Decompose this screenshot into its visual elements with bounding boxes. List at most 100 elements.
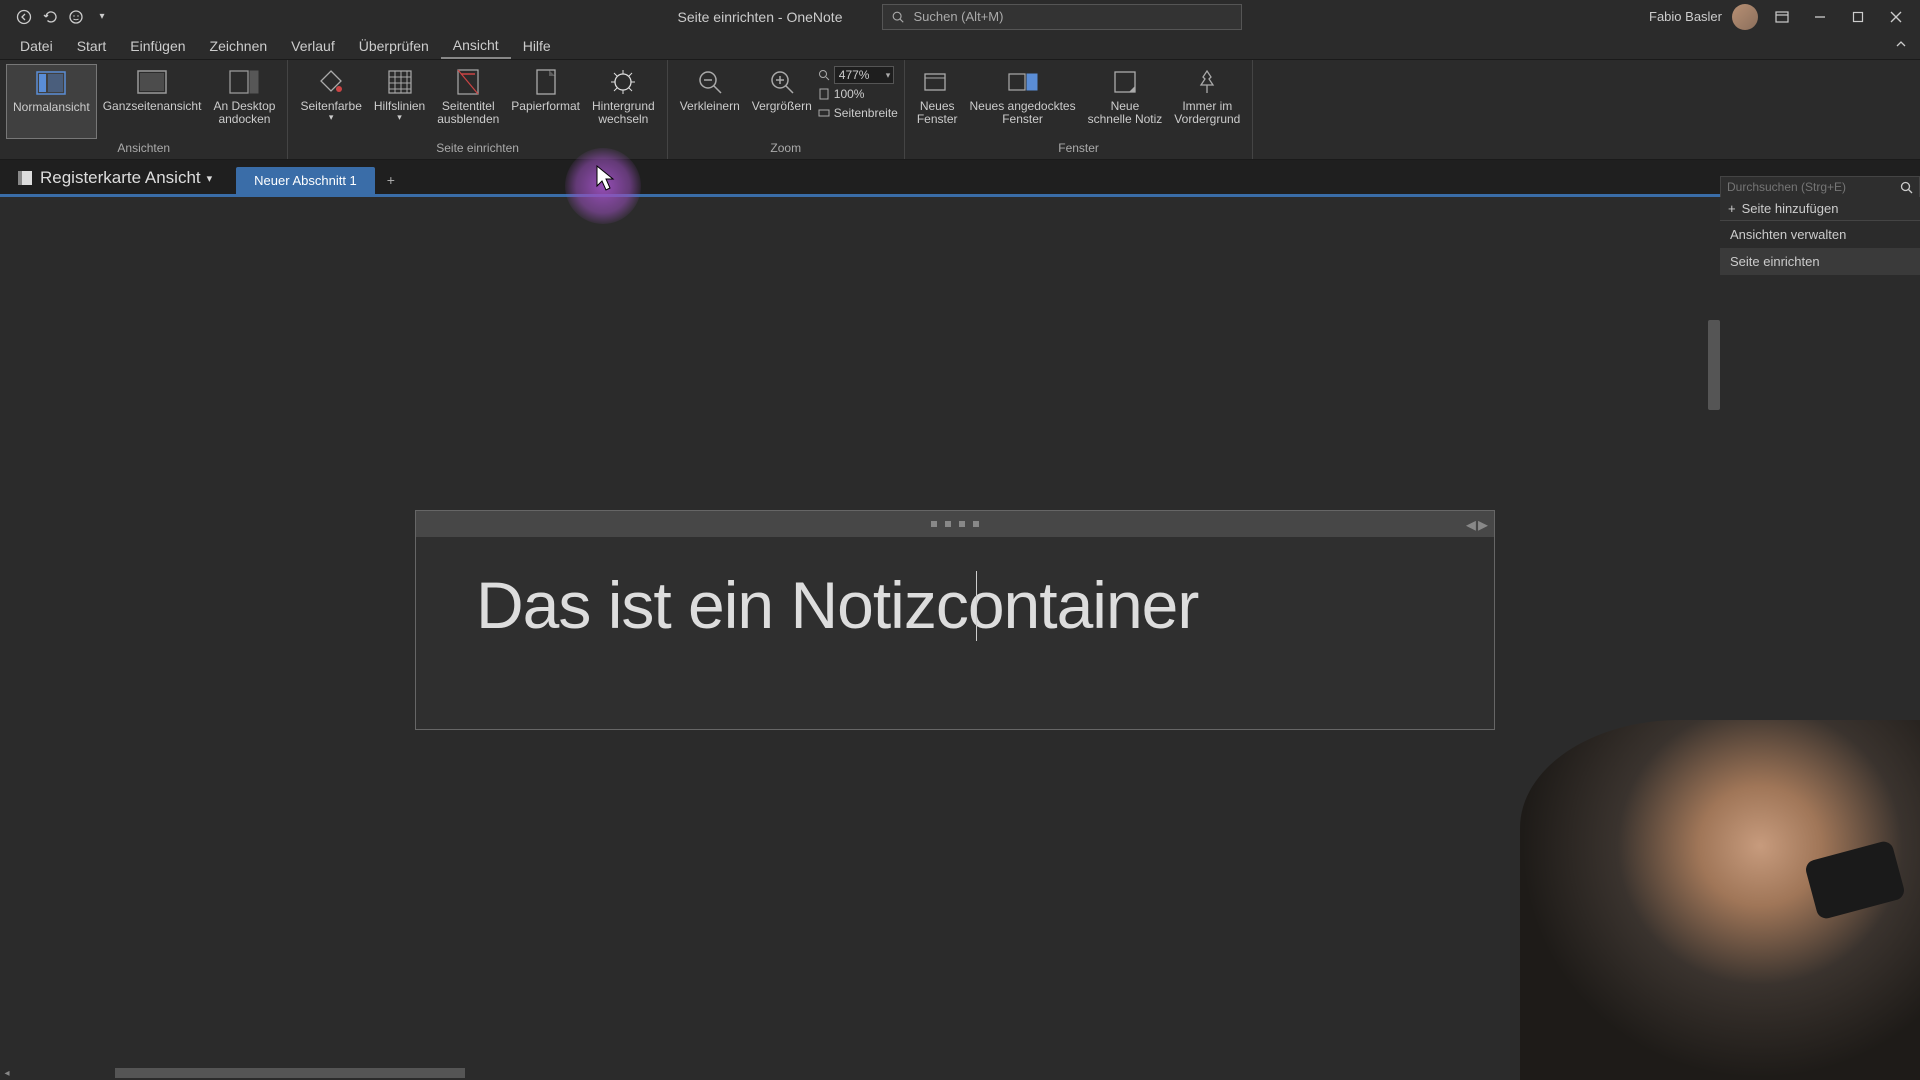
zoom-value-row[interactable]: ▾ xyxy=(818,66,898,84)
page-color-icon xyxy=(315,66,347,98)
search-placeholder: Suchen (Alt+M) xyxy=(913,9,1003,24)
chevron-down-icon: ▾ xyxy=(329,113,334,123)
zoom-in-button[interactable]: Vergrößern xyxy=(746,64,818,139)
search-box[interactable]: Suchen (Alt+M) xyxy=(882,4,1242,30)
chevron-down-icon: ▾ xyxy=(207,172,213,185)
ribbon-group-views-title: Ansichten xyxy=(6,139,281,157)
fullpage-view-icon xyxy=(136,66,168,98)
zoom-out-icon xyxy=(694,66,726,98)
zoom-icon xyxy=(818,69,830,81)
page-list-item[interactable]: Ansichten verwalten xyxy=(1720,221,1920,248)
ribbon-group-page-setup: Seitenfarbe ▾ Hilfslinien ▾ Seitentitel … xyxy=(288,60,667,159)
fullpage-view-button[interactable]: Ganzseitenansicht xyxy=(97,64,208,139)
add-section-button[interactable]: + xyxy=(387,172,395,194)
maximize-button[interactable] xyxy=(1844,8,1872,26)
scroll-thumb[interactable] xyxy=(115,1068,465,1078)
zoom-input[interactable] xyxy=(834,66,894,84)
resize-left-icon[interactable]: ◂ xyxy=(1466,512,1476,537)
ribbon: Normalansicht Ganzseitenansicht An Deskt… xyxy=(0,60,1920,160)
ribbon-group-zoom-title: Zoom xyxy=(674,139,898,157)
scroll-left-icon[interactable]: ◂ xyxy=(0,1066,14,1080)
page-color-button[interactable]: Seitenfarbe ▾ xyxy=(294,64,367,139)
user-name[interactable]: Fabio Basler xyxy=(1649,9,1722,24)
always-on-top-button[interactable]: Immer im Vordergrund xyxy=(1168,64,1246,139)
tab-ansicht[interactable]: Ansicht xyxy=(441,33,511,59)
page-width-button[interactable]: Seitenbreite xyxy=(818,104,898,122)
note-text[interactable]: Das ist ein Notizcontainer xyxy=(416,537,1494,673)
plus-icon: + xyxy=(1728,201,1736,216)
add-page-button[interactable]: + Seite hinzufügen xyxy=(1720,197,1920,221)
notebook-dropdown[interactable]: Registerkarte Ansicht ▾ xyxy=(10,168,224,194)
minimize-button[interactable] xyxy=(1806,8,1834,26)
ribbon-group-window-title: Fenster xyxy=(911,139,1247,157)
page-list-panel: + Seite hinzufügen Ansichten verwalten S… xyxy=(1720,197,1920,275)
tab-einfuegen[interactable]: Einfügen xyxy=(118,34,197,58)
webcam-overlay xyxy=(1520,720,1920,1080)
tab-zeichnen[interactable]: Zeichnen xyxy=(198,34,280,58)
avatar[interactable] xyxy=(1732,4,1758,30)
zoom-100-button[interactable]: 100% xyxy=(818,85,898,103)
new-window-icon xyxy=(921,66,953,98)
zoom-in-icon xyxy=(766,66,798,98)
title-bar: ▾ Seite einrichten - OneNote Suchen (Alt… xyxy=(0,0,1920,33)
ribbon-group-window: Neues Fenster Neues angedocktes Fenster … xyxy=(905,60,1254,159)
page-list-item[interactable]: Seite einrichten xyxy=(1720,248,1920,275)
chevron-down-icon[interactable]: ▾ xyxy=(886,70,891,81)
rule-lines-button[interactable]: Hilfslinien ▾ xyxy=(368,64,431,139)
quick-note-icon xyxy=(1109,66,1141,98)
new-window-button[interactable]: Neues Fenster xyxy=(911,64,964,139)
tab-ueberpruefen[interactable]: Überprüfen xyxy=(347,34,441,58)
page-icon xyxy=(818,88,830,100)
tab-verlauf[interactable]: Verlauf xyxy=(279,34,347,58)
section-tab[interactable]: Neuer Abschnitt 1 xyxy=(236,167,375,194)
qat-dropdown-icon[interactable]: ▾ xyxy=(93,8,111,26)
page-search-input[interactable] xyxy=(1721,180,1894,194)
pin-icon xyxy=(1191,66,1223,98)
touch-mode-icon[interactable] xyxy=(67,8,85,26)
close-button[interactable] xyxy=(1882,8,1910,26)
vertical-scrollbar[interactable] xyxy=(1708,320,1720,410)
window-title: Seite einrichten - OneNote xyxy=(678,9,843,25)
section-navbar: Registerkarte Ansicht ▾ Neuer Abschnitt … xyxy=(0,160,1920,197)
search-icon[interactable] xyxy=(1894,181,1919,194)
ribbon-display-icon[interactable] xyxy=(1768,8,1796,26)
text-cursor xyxy=(976,571,977,641)
ribbon-group-page-setup-title: Seite einrichten xyxy=(294,139,660,157)
tab-hilfe[interactable]: Hilfe xyxy=(511,34,563,58)
page-width-icon xyxy=(818,107,830,119)
new-docked-window-icon xyxy=(1007,66,1039,98)
new-docked-window-button[interactable]: Neues angedocktes Fenster xyxy=(964,64,1082,139)
page-search[interactable] xyxy=(1720,176,1920,198)
collapse-ribbon-icon[interactable] xyxy=(1894,37,1908,51)
ribbon-group-views: Normalansicht Ganzseitenansicht An Deskt… xyxy=(0,60,288,159)
notebook-icon xyxy=(16,169,34,187)
note-container[interactable]: ◂ ▸ Das ist ein Notizcontainer xyxy=(415,510,1495,730)
notebook-name: Registerkarte Ansicht xyxy=(40,168,201,188)
resize-right-icon[interactable]: ▸ xyxy=(1478,512,1488,537)
undo-icon[interactable] xyxy=(41,8,59,26)
tab-datei[interactable]: Datei xyxy=(8,34,65,58)
quick-note-button[interactable]: Neue schnelle Notiz xyxy=(1082,64,1169,139)
zoom-out-button[interactable]: Verkleinern xyxy=(674,64,746,139)
dock-desktop-icon xyxy=(228,66,260,98)
microphone xyxy=(1804,839,1906,920)
drag-handle-icon[interactable] xyxy=(931,521,979,527)
normal-view-icon xyxy=(35,67,67,99)
hide-title-button[interactable]: Seitentitel ausblenden xyxy=(431,64,505,139)
tab-start[interactable]: Start xyxy=(65,34,119,58)
note-container-header[interactable]: ◂ ▸ xyxy=(416,511,1494,537)
paper-size-icon xyxy=(530,66,562,98)
page-canvas[interactable]: ◂ ▸ Das ist ein Notizcontainer xyxy=(0,200,1720,1062)
ribbon-group-zoom: Verkleinern Vergrößern ▾ 100% Seitenbrei… xyxy=(668,60,905,159)
dock-desktop-button[interactable]: An Desktop andocken xyxy=(207,64,281,139)
normal-view-button[interactable]: Normalansicht xyxy=(6,64,97,139)
chevron-down-icon: ▾ xyxy=(397,113,402,123)
background-icon xyxy=(607,66,639,98)
search-icon xyxy=(891,10,905,24)
back-icon[interactable] xyxy=(15,8,33,26)
paper-size-button[interactable]: Papierformat xyxy=(505,64,586,139)
background-button[interactable]: Hintergrund wechseln xyxy=(586,64,661,139)
hide-title-icon xyxy=(452,66,484,98)
menu-tabs: Datei Start Einfügen Zeichnen Verlauf Üb… xyxy=(0,33,1920,60)
rule-lines-icon xyxy=(384,66,416,98)
